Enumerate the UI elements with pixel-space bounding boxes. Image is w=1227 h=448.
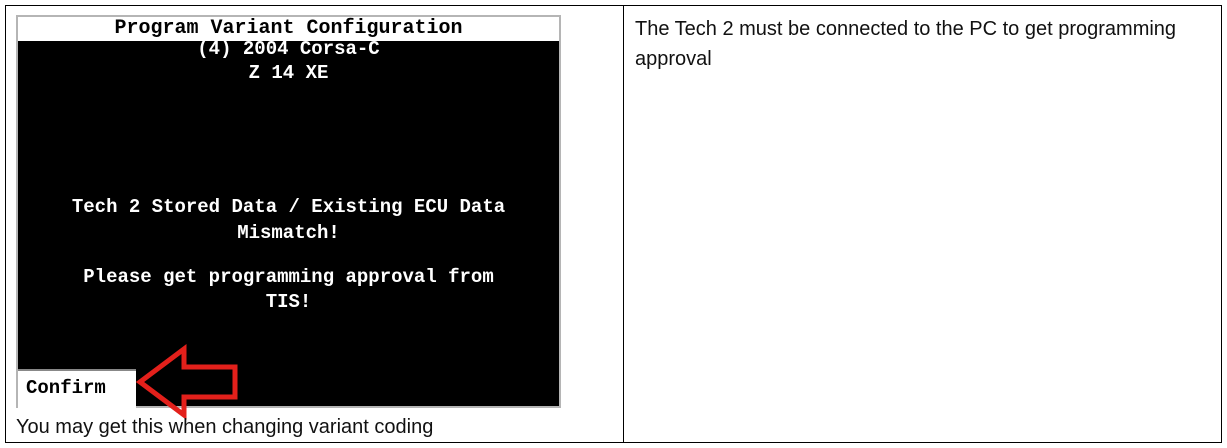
mismatch-message-line1: Tech 2 Stored Data / Existing ECU Data bbox=[71, 196, 506, 218]
document-table: Program Variant Configuration (4) 2004 C… bbox=[5, 5, 1222, 443]
approval-message-line1: Please get programming approval from bbox=[83, 266, 494, 288]
engine-line: Z 14 XE bbox=[248, 62, 329, 84]
left-caption: You may get this when changing variant c… bbox=[16, 416, 434, 438]
right-caption: The Tech 2 must be connected to the PC t… bbox=[635, 18, 1177, 70]
approval-message-line2: TIS! bbox=[265, 291, 312, 313]
column-divider bbox=[623, 6, 624, 442]
mismatch-message-line2: Mismatch! bbox=[237, 222, 340, 244]
vehicle-line: (4) 2004 Corsa-C bbox=[197, 38, 380, 60]
tech2-screenshot: Program Variant Configuration (4) 2004 C… bbox=[16, 15, 561, 420]
red-arrow-icon bbox=[135, 344, 238, 420]
confirm-softkey[interactable]: Confirm bbox=[18, 369, 136, 408]
